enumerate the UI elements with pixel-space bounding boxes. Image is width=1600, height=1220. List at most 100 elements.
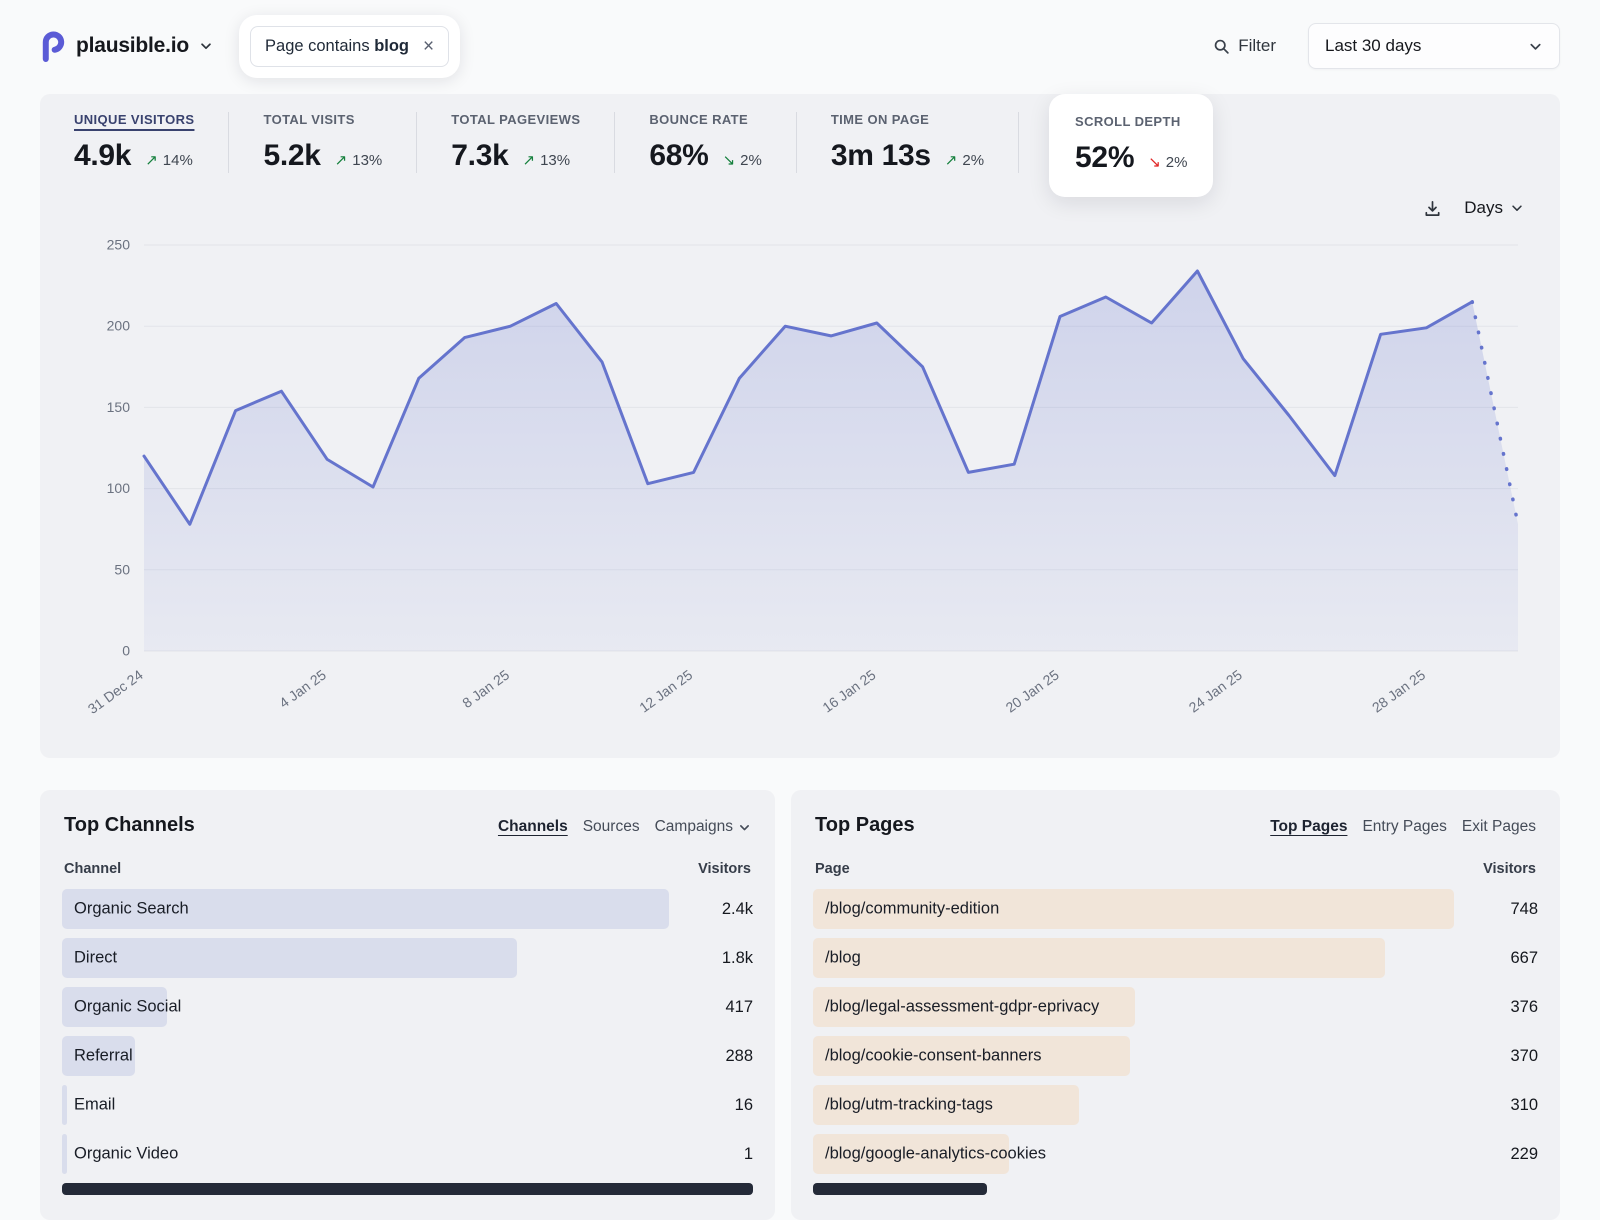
column-header-channel: Channel (64, 861, 121, 877)
svg-text:12 Jan 25: 12 Jan 25 (636, 666, 695, 715)
close-icon[interactable]: × (423, 37, 434, 56)
row-label[interactable]: /blog/community-edition (825, 900, 999, 919)
metric-value: 68% (649, 139, 708, 173)
download-icon[interactable] (1423, 199, 1442, 218)
filter-pill-text: Page contains blog (265, 37, 409, 56)
metric-label[interactable]: TIME ON PAGE (831, 112, 984, 127)
top-channels-title: Top Channels (64, 814, 195, 837)
row-value: 1.8k (669, 949, 753, 968)
column-header-visitors: Visitors (698, 861, 751, 877)
table-row[interactable]: /blog667 (813, 938, 1538, 978)
filter-pill[interactable]: Page contains blog × (250, 26, 449, 67)
metric-label[interactable]: TOTAL VISITS (263, 112, 382, 127)
svg-text:250: 250 (107, 237, 131, 253)
row-label[interactable]: Direct (74, 949, 117, 968)
tab-sources[interactable]: Sources (583, 818, 640, 836)
row-label[interactable]: /blog (825, 949, 861, 968)
table-row[interactable]: Organic Search 2.4k (62, 889, 753, 929)
row-bar-track: Direct (62, 938, 669, 978)
tab-exit-pages[interactable]: Exit Pages (1462, 818, 1536, 836)
table-row[interactable]: Organic Video 1 (62, 1134, 753, 1174)
row-label[interactable]: Email (74, 1096, 115, 1115)
metric-label[interactable]: BOUNCE RATE (649, 112, 761, 127)
search-icon (1213, 38, 1230, 55)
column-header-page: Page (815, 861, 850, 877)
table-row[interactable]: /blog/cookie-consent-banners370 (813, 1036, 1538, 1076)
row-label[interactable]: Organic Video (74, 1145, 178, 1164)
date-range-select[interactable]: Last 30 days (1308, 23, 1560, 69)
row-value: 748 (1454, 900, 1538, 919)
row-label[interactable]: Organic Search (74, 900, 189, 919)
metric-change: ↗2% (945, 151, 984, 169)
row-bar-track: Email (62, 1085, 669, 1125)
visitors-chart[interactable]: 05010015020025031 Dec 244 Jan 258 Jan 25… (74, 233, 1526, 733)
top-pages-card: Top Pages Top Pages Entry Pages Exit Pag… (791, 790, 1560, 1220)
row-bar-track: /blog/cookie-consent-banners (813, 1036, 1454, 1076)
column-header-visitors: Visitors (1483, 861, 1536, 877)
table-row[interactable]: /blog/google-analytics-cookies 229 (813, 1134, 1538, 1174)
row-label[interactable]: /blog/cookie-consent-banners (825, 1047, 1041, 1066)
table-row[interactable]: Referral 288 (62, 1036, 753, 1076)
metric-scroll-depth[interactable]: SCROLL DEPTH52%↘2% (1049, 94, 1213, 197)
metric-value: 7.3k (451, 139, 508, 173)
row-bar-track: /blog/utm-tracking-tags (813, 1085, 1454, 1125)
site-switcher[interactable]: plausible.io (40, 31, 213, 62)
svg-text:200: 200 (107, 318, 131, 334)
metric-value: 5.2k (263, 139, 320, 173)
row-value: 2.4k (669, 900, 753, 919)
trend-up-icon: ↗ (945, 151, 958, 169)
row-bar-track: /blog/legal-assessment-gdpr-eprivacy (813, 987, 1454, 1027)
metric-time-on-page[interactable]: TIME ON PAGE 3m 13s ↗2% (831, 112, 1019, 173)
metric-label[interactable]: UNIQUE VISITORS (74, 112, 194, 127)
filter-pill-spotlight: Page contains blog × (239, 15, 460, 78)
table-row[interactable]: Direct 1.8k (62, 938, 753, 978)
metric-unique-visitors[interactable]: UNIQUE VISITORS 4.9k ↗14% (74, 112, 229, 173)
svg-text:4 Jan 25: 4 Jan 25 (276, 666, 329, 711)
trend-down-icon: ↘ (723, 151, 736, 169)
row-value: 288 (669, 1047, 753, 1066)
tab-top-pages[interactable]: Top Pages (1270, 818, 1347, 836)
top-channels-card: Top Channels Channels Sources Campaigns … (40, 790, 775, 1220)
metric-total-visits[interactable]: TOTAL VISITS5.2k↗13% (263, 112, 417, 173)
interval-select[interactable]: Days (1464, 198, 1524, 218)
table-row[interactable]: Organic Social417 (62, 987, 753, 1027)
date-range-value: Last 30 days (1325, 36, 1421, 56)
metric-total-pageviews[interactable]: TOTAL PAGEVIEWS7.3k↗13% (451, 112, 615, 173)
row-value: 229 (1454, 1145, 1538, 1164)
breakdown-section: Top Channels Channels Sources Campaigns … (40, 790, 1560, 1220)
row-label[interactable]: Referral (74, 1047, 133, 1066)
row-bar (813, 938, 1385, 978)
row-label[interactable]: /blog/legal-assessment-gdpr-eprivacy (825, 998, 1099, 1017)
svg-text:16 Jan 25: 16 Jan 25 (819, 666, 878, 715)
metric-label[interactable]: SCROLL DEPTH (1075, 114, 1187, 129)
table-row[interactable]: /blog/community-edition 748 (813, 889, 1538, 929)
tab-entry-pages[interactable]: Entry Pages (1362, 818, 1446, 836)
metric-change: ↗14% (145, 151, 193, 169)
tab-channels[interactable]: Channels (498, 818, 568, 836)
row-label[interactable]: /blog/utm-tracking-tags (825, 1096, 993, 1115)
row-bar (62, 1085, 67, 1125)
row-value: 1 (669, 1145, 753, 1164)
row-bar-track: Organic Video (62, 1134, 669, 1174)
metric-change: ↘2% (723, 151, 762, 169)
metric-value: 3m 13s (831, 139, 931, 173)
row-label[interactable]: Organic Social (74, 998, 181, 1017)
trend-up-icon: ↗ (522, 151, 535, 169)
row-bar (62, 1134, 67, 1174)
table-row[interactable]: Email16 (62, 1085, 753, 1125)
chevron-down-icon (1510, 201, 1524, 215)
table-row[interactable]: /blog/utm-tracking-tags310 (813, 1085, 1538, 1125)
trend-up-icon: ↗ (335, 151, 348, 169)
tab-campaigns[interactable]: Campaigns (655, 818, 751, 836)
row-value: 376 (1454, 998, 1538, 1017)
filter-button[interactable]: Filter (1213, 36, 1276, 56)
row-label[interactable]: /blog/google-analytics-cookies (825, 1145, 1046, 1164)
table-row[interactable]: /blog/legal-assessment-gdpr-eprivacy 376 (813, 987, 1538, 1027)
metric-bounce-rate[interactable]: BOUNCE RATE 68% ↘2% (649, 112, 796, 173)
chevron-down-icon (199, 39, 213, 53)
metric-value: 4.9k (74, 139, 131, 173)
row-bar-track: Organic Social (62, 987, 669, 1027)
row-bar-track: /blog/community-edition (813, 889, 1454, 929)
metric-label[interactable]: TOTAL PAGEVIEWS (451, 112, 580, 127)
chevron-down-icon (1528, 39, 1543, 54)
